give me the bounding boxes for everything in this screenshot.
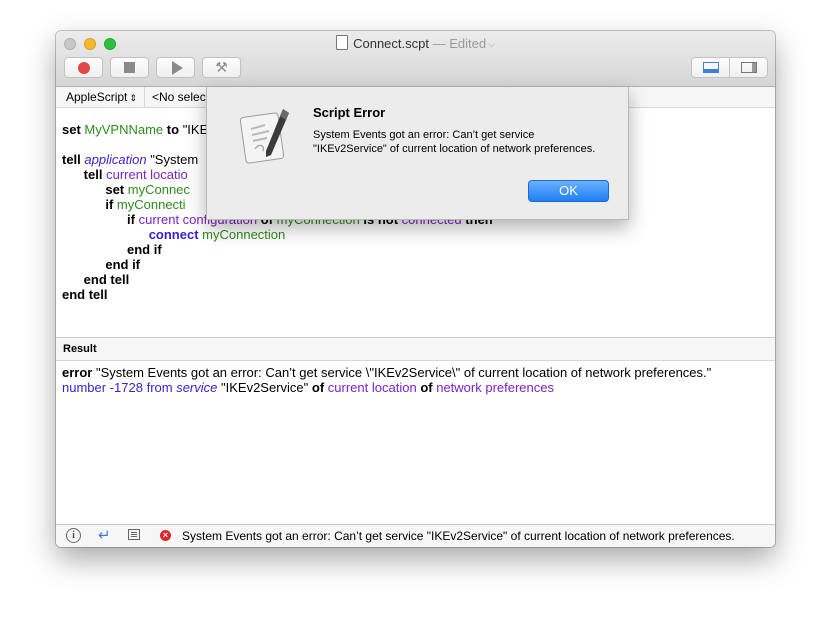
result-token: number -1728 <box>62 380 143 395</box>
code-token: set <box>62 122 81 137</box>
code-token: "IKE <box>179 122 209 137</box>
code-token: current locatio <box>106 167 188 182</box>
code-token: end if <box>127 242 162 257</box>
chevron-down-icon: ⌵ <box>488 39 495 49</box>
code-line: end tell <box>62 272 768 287</box>
dialog-title: Script Error <box>313 105 386 120</box>
result-token: of <box>311 380 325 395</box>
result-line-2: number -1728 from service "IKEv2Service"… <box>62 380 770 395</box>
code-token: tell <box>62 152 81 167</box>
reply-icon[interactable]: ↵ <box>98 526 111 544</box>
run-button[interactable] <box>156 57 195 78</box>
window-title-text: Connect.scpt <box>353 36 429 51</box>
script-editor-icon <box>239 109 289 164</box>
code-line: end if <box>62 257 768 272</box>
stop-icon <box>124 62 135 73</box>
side-pane-icon <box>740 62 757 73</box>
code-line: connect myConnection <box>62 227 768 242</box>
result-error-keyword: error <box>62 365 93 380</box>
code-token: "System <box>146 152 199 167</box>
code-token: if <box>127 212 135 227</box>
show-bottom-pane-button[interactable] <box>692 58 729 77</box>
record-icon <box>77 61 90 74</box>
ok-button[interactable]: OK <box>528 180 609 202</box>
result-header-label: Result <box>63 343 97 355</box>
result-token: service <box>176 380 218 395</box>
code-token: application <box>84 152 147 167</box>
navbar-divider <box>144 87 145 107</box>
result-header: Result <box>56 337 775 361</box>
result-token: network preferences <box>436 380 554 395</box>
view-toggle <box>691 57 768 78</box>
updown-chevron-icon: ⇕ <box>129 93 137 103</box>
result-pane[interactable]: error "System Events got an error: Can’t… <box>62 365 770 395</box>
document-icon <box>336 35 349 50</box>
result-token: current location <box>327 380 417 395</box>
error-icon: × <box>160 530 171 541</box>
result-token: from <box>146 380 173 395</box>
code-line: end if <box>62 242 768 257</box>
titlebar: Connect.scpt — Edited ⌵ ⚒ <box>56 31 775 87</box>
script-error-sheet: Script Error System Events got an error:… <box>206 87 629 220</box>
window-title[interactable]: Connect.scpt — Edited ⌵ <box>56 35 775 51</box>
code-token: set <box>105 182 125 197</box>
compile-icon: ⚒ <box>215 59 228 75</box>
code-token: myConnec <box>127 182 190 197</box>
result-token: of <box>420 380 433 395</box>
code-token: end tell <box>83 272 130 287</box>
run-icon <box>171 60 183 75</box>
edited-label: — Edited <box>432 36 487 51</box>
dialog-message: System Events got an error: Can’t get se… <box>313 129 596 155</box>
result-line-1: error "System Events got an error: Can’t… <box>62 365 770 380</box>
status-bar: i ↵ × System Events got an error: Can’t … <box>56 524 775 547</box>
code-token: myConnecti <box>116 197 186 212</box>
code-token: end tell <box>62 287 108 302</box>
code-token: MyVPNName <box>84 122 164 137</box>
record-button[interactable] <box>64 57 103 78</box>
code-token: to <box>166 122 180 137</box>
code-line: end tell <box>62 287 768 302</box>
code-token: tell <box>83 167 103 182</box>
compile-button[interactable]: ⚒ <box>202 57 241 78</box>
element-selector[interactable]: <No select <box>152 90 209 104</box>
status-message: System Events got an error: Can’t get se… <box>182 529 735 543</box>
result-token: "IKEv2Service" <box>217 380 312 395</box>
language-label: AppleScript <box>66 90 128 104</box>
stop-button[interactable] <box>110 57 149 78</box>
bottom-pane-icon <box>702 62 719 73</box>
code-token: connect <box>148 227 199 242</box>
info-icon[interactable]: i <box>66 528 81 543</box>
result-error-text: "System Events got an error: Can’t get s… <box>92 365 712 380</box>
language-popup[interactable]: AppleScript ⇕ <box>66 90 137 104</box>
code-token: myConnection <box>202 227 286 242</box>
show-side-pane-button[interactable] <box>729 58 767 77</box>
list-icon[interactable] <box>128 529 140 540</box>
code-token: end if <box>105 257 141 272</box>
